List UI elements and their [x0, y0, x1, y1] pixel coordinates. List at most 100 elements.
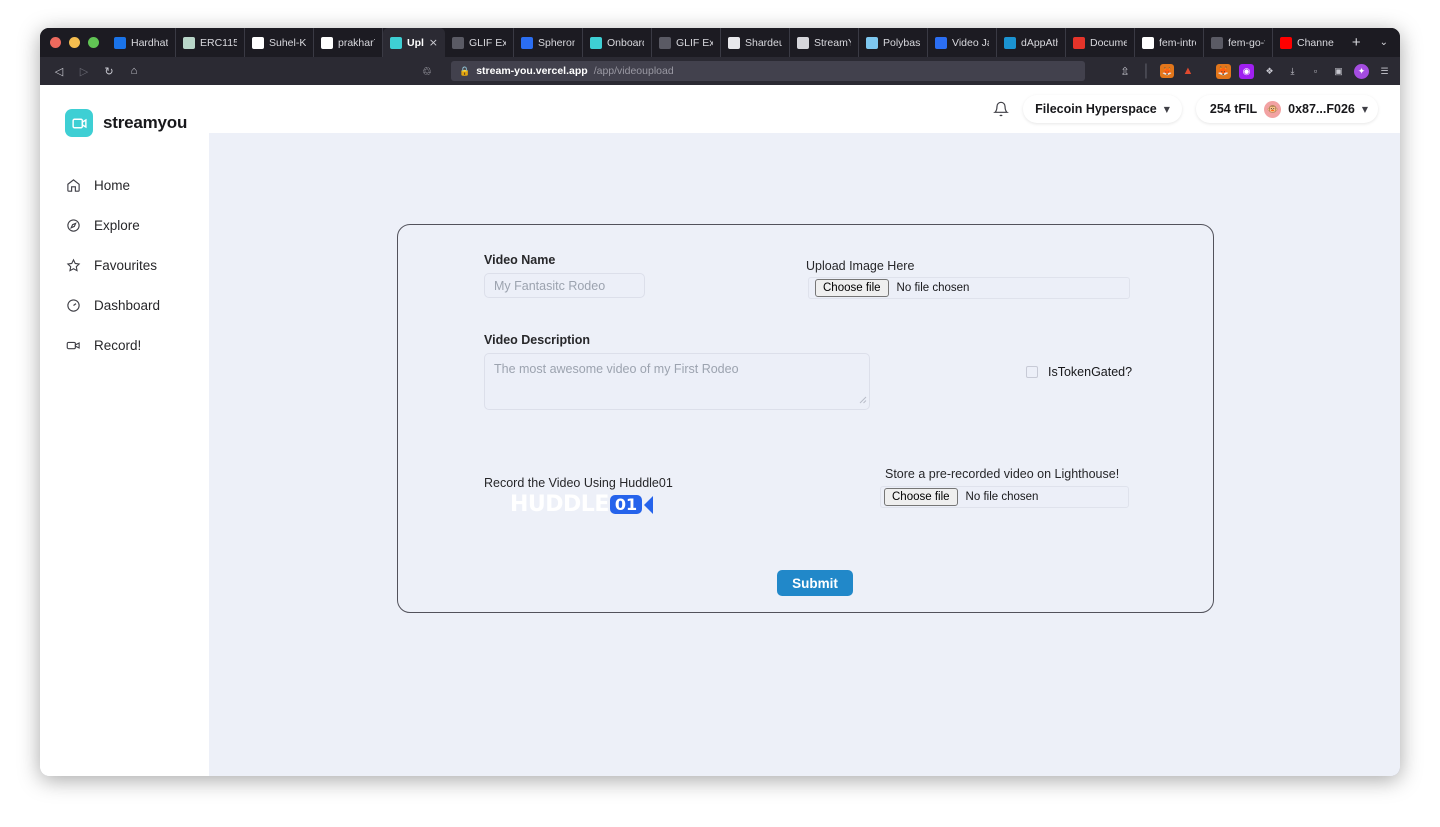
chevron-down-icon: ▼	[1163, 104, 1170, 114]
network-selector[interactable]: Filecoin Hyperspace ▼	[1023, 95, 1182, 123]
metamask-notification-icon[interactable]: 🦊	[1160, 64, 1174, 78]
url-bar-right-icons: ⇫ | 🦊 ▲	[1118, 62, 1195, 79]
browser-tab[interactable]: Video Jan	[928, 28, 997, 57]
browser-nav-bar: ◁ ▷ ↻ ⌂ ♲ 🔒 stream-you.vercel.app /app/v…	[40, 57, 1400, 85]
back-button[interactable]: ◁	[48, 60, 70, 82]
browser-tab[interactable]: dAppAtho	[997, 28, 1066, 57]
browser-tab[interactable]: prakhar72	[314, 28, 383, 57]
browser-tab[interactable]: Spheron	[514, 28, 583, 57]
brand-logo[interactable]: streamyou	[40, 103, 209, 143]
close-icon[interactable]: ×	[429, 37, 438, 48]
wallet-extension-icon[interactable]: ◉	[1239, 63, 1254, 79]
lighthouse-file-input[interactable]: Choose file No file chosen	[880, 486, 1129, 508]
browser-tab[interactable]: Polybase	[859, 28, 928, 57]
extensions-puzzle-icon[interactable]: ❖	[1262, 64, 1277, 79]
browser-tab-title: fem-intro	[1159, 36, 1196, 49]
browser-tab-title: Spheron	[538, 36, 575, 49]
polybase-icon	[866, 36, 878, 49]
downloads-icon[interactable]: ⤓	[1285, 64, 1300, 79]
token-gated-row[interactable]: IsTokenGated?	[1026, 365, 1132, 379]
browser-tab[interactable]: StreamYo	[790, 28, 859, 57]
maximize-window-button[interactable]	[88, 37, 99, 48]
hardhat-icon	[114, 36, 126, 49]
brave-shield-icon[interactable]: ▲	[1181, 64, 1195, 78]
app-menu-icon[interactable]: ☰	[1377, 64, 1392, 79]
browser-tab[interactable]: Hardhat -	[107, 28, 176, 57]
sidebar-item-dashboard[interactable]: Dashboard	[40, 285, 209, 325]
browser-tab[interactable]: fem-go-fi	[1204, 28, 1273, 57]
divider-icon: |	[1143, 62, 1149, 79]
minimize-window-button[interactable]	[69, 37, 80, 48]
sidebar-item-explore[interactable]: Explore	[40, 205, 209, 245]
sidebar-item-label: Record!	[94, 337, 142, 353]
browser-tab[interactable]: GLIF Expl	[652, 28, 721, 57]
account-sync-icon[interactable]: ▣	[1331, 64, 1346, 79]
gauge-icon	[65, 297, 81, 313]
sidebar-item-favourites[interactable]: Favourites	[40, 245, 209, 285]
url-bar-area: ♲ 🔒 stream-you.vercel.app /app/videouplo…	[154, 61, 1203, 81]
list-all-tabs-icon[interactable]: ⌄	[1372, 28, 1400, 57]
browser-tab[interactable]: ERC1155 (	[176, 28, 245, 57]
brand-name: streamyou	[103, 113, 188, 132]
browser-tab[interactable]: Onboardi	[583, 28, 652, 57]
metamask-extension-icon[interactable]: 🦊	[1216, 63, 1231, 79]
browser-tab[interactable]: Uploa ×	[383, 28, 445, 57]
huddle-record-label: Record the Video Using Huddle01	[484, 476, 673, 490]
url-bar[interactable]: 🔒 stream-you.vercel.app /app/videoupload	[451, 61, 1085, 81]
browser-tab[interactable]: Channel c	[1273, 28, 1341, 57]
sidebar-nav-list: Home Explore Favourites Dashboard Record!	[40, 165, 209, 365]
browser-tab[interactable]: Shardeum	[721, 28, 790, 57]
github-icon	[321, 36, 333, 49]
profile-avatar-icon[interactable]: ✦	[1354, 63, 1369, 79]
github-icon	[1142, 36, 1154, 49]
browser-tab[interactable]: fem-intro	[1135, 28, 1204, 57]
browser-tab-strip: Hardhat - ERC1155 (Suhel-Ka; prakhar72 Uplo…	[40, 28, 1400, 57]
browser-tab-title: Video Jan	[952, 36, 989, 49]
choose-file-button-image[interactable]: Choose file	[815, 278, 889, 298]
wallet-address: 0x87...F026	[1288, 102, 1355, 116]
video-camera-icon	[65, 109, 93, 137]
browser-tab[interactable]: Suhel-Ka;	[245, 28, 314, 57]
star-icon	[65, 257, 81, 273]
url-domain: stream-you.vercel.app	[476, 65, 588, 77]
huddle01-logo[interactable]: HUDDLE 01	[510, 492, 654, 517]
home-button[interactable]: ⌂	[123, 60, 145, 82]
browser-tab-title: GLIF Expl	[676, 36, 713, 49]
sidebar-toggle-icon[interactable]: ▫	[1308, 64, 1323, 79]
chevron-down-icon: ▼	[1361, 104, 1368, 114]
window-traffic-lights	[46, 28, 107, 57]
reload-button[interactable]: ↻	[98, 60, 120, 82]
url-path: /app/videoupload	[593, 65, 674, 77]
wallet-info[interactable]: 254 tFIL 🐵 0x87...F026 ▼	[1195, 95, 1378, 123]
browser-tab[interactable]: Documen	[1066, 28, 1135, 57]
page-content: Video Name Video Description Upload Imag…	[209, 133, 1400, 776]
network-name: Filecoin Hyperspace	[1035, 102, 1157, 116]
sidebar-item-home[interactable]: Home	[40, 165, 209, 205]
browser-toolbar-icons: 🦊 ◉ ❖ ⤓ ▫ ▣ ✦ ☰	[1212, 63, 1392, 79]
forward-button[interactable]: ▷	[73, 60, 95, 82]
new-tab-button[interactable]: +	[1341, 28, 1372, 57]
token-gated-checkbox[interactable]	[1026, 366, 1038, 378]
browser-tab-title: Uploa	[407, 36, 424, 49]
github-icon	[252, 36, 264, 49]
bell-icon[interactable]	[993, 101, 1010, 117]
sidebar-item-label: Explore	[94, 217, 140, 233]
sidebar-item-record[interactable]: Record!	[40, 325, 209, 365]
desktop-background: Hardhat - ERC1155 (Suhel-Ka; prakhar72 Uplo…	[0, 0, 1440, 827]
video-name-label: Video Name	[484, 253, 556, 267]
image-file-input[interactable]: Choose file No file chosen	[808, 277, 1130, 299]
browser-tab-title: Polybase	[883, 36, 920, 49]
share-icon[interactable]: ⇫	[1118, 64, 1132, 78]
app-sidebar: streamyou Home Explore Favourites Dashboard…	[40, 85, 209, 776]
bookmark-icon[interactable]: ♲	[422, 65, 432, 78]
video-name-input[interactable]	[484, 273, 645, 298]
video-description-input[interactable]	[484, 353, 870, 410]
close-window-button[interactable]	[50, 37, 61, 48]
image-no-file-text: No file chosen	[896, 282, 970, 294]
browser-tab-title: ERC1155 (	[200, 36, 237, 49]
choose-file-button-lighthouse[interactable]: Choose file	[884, 487, 958, 507]
shardeum-icon	[728, 36, 740, 49]
submit-button[interactable]: Submit	[777, 570, 853, 596]
video-upload-form-card: Video Name Video Description Upload Imag…	[397, 224, 1214, 613]
browser-tab[interactable]: GLIF Expl	[445, 28, 514, 57]
